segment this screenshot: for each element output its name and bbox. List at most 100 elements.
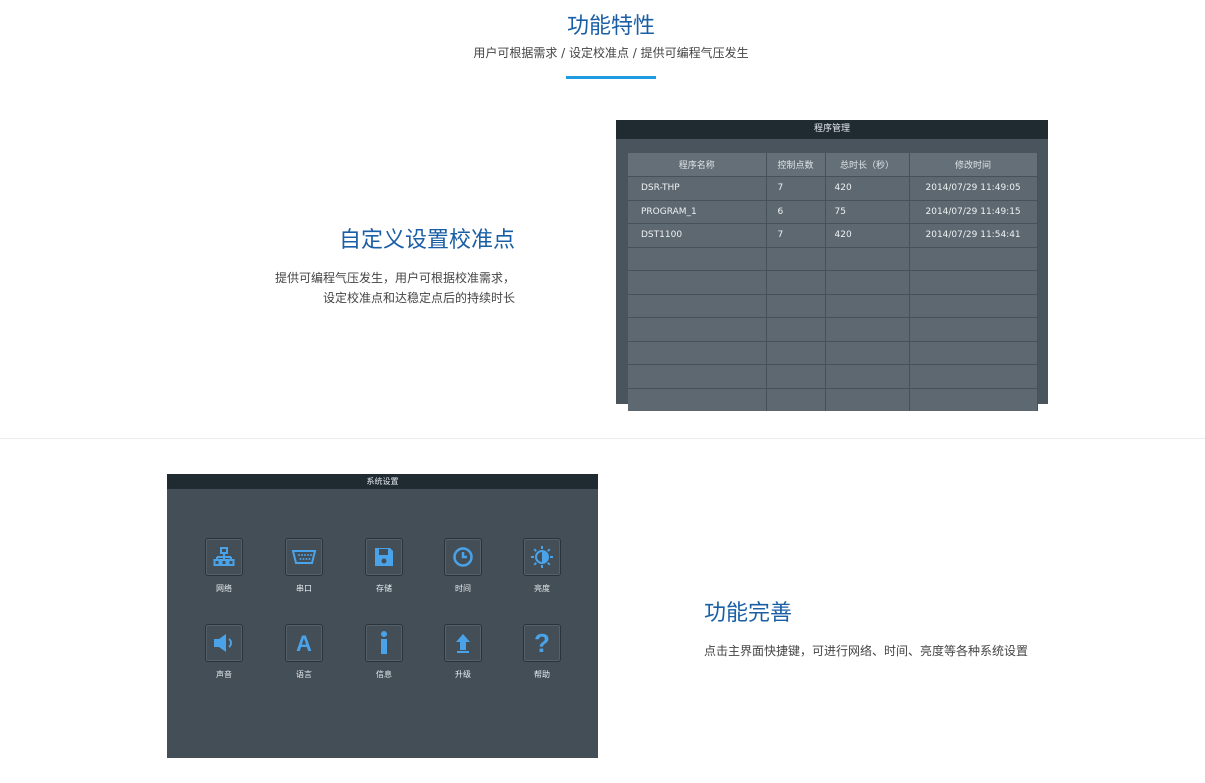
program-table: 程序名称 控制点数 总时长（秒） 修改时间 DSR-THP 7 420 2014/07… bbox=[628, 153, 1038, 411]
program-management-screenshot: 程序管理 程序名称 控制点数 总时长（秒） 修改时间 DSR-THP 7 420 20… bbox=[616, 120, 1048, 411]
table-row[interactable] bbox=[628, 293, 1038, 318]
storage-icon[interactable] bbox=[365, 538, 403, 576]
table-row[interactable] bbox=[628, 387, 1038, 411]
settings-item-label: 时间 bbox=[455, 584, 471, 593]
settings-item-label: 声音 bbox=[216, 670, 232, 679]
cell-modified-time bbox=[909, 293, 1038, 318]
cell-total-duration bbox=[825, 364, 910, 388]
cell-total-duration: 75 bbox=[825, 199, 910, 224]
info-icon[interactable] bbox=[365, 624, 403, 662]
settings-item-label: 存储 bbox=[376, 584, 392, 593]
settings-item-network[interactable]: 网络 bbox=[194, 538, 254, 594]
table-row[interactable]: DST1100 7 420 2014/07/29 11:54:41 bbox=[628, 223, 1038, 247]
network-icon[interactable] bbox=[205, 538, 243, 576]
clock-icon[interactable] bbox=[444, 538, 482, 576]
cell-control-points bbox=[766, 387, 826, 411]
cell-control-points bbox=[766, 246, 826, 271]
settings-item-label: 串口 bbox=[296, 584, 312, 593]
cell-total-duration: 420 bbox=[825, 176, 910, 200]
upgrade-icon[interactable] bbox=[444, 624, 482, 662]
settings-item-label: 升级 bbox=[455, 670, 471, 679]
cell-program-name: DSR-THP bbox=[628, 176, 767, 200]
cell-control-points bbox=[766, 317, 826, 341]
cell-program-name bbox=[628, 270, 767, 294]
cell-control-points bbox=[766, 364, 826, 388]
table-row[interactable] bbox=[628, 340, 1038, 365]
cell-program-name bbox=[628, 246, 767, 271]
screen-title-bar: 程序管理 bbox=[616, 120, 1048, 139]
section-subtitle: 用户可根据需求 / 设定校准点 / 提供可编程气压发生 bbox=[473, 46, 749, 60]
cell-total-duration bbox=[825, 246, 910, 271]
settings-item-brightness[interactable]: 亮度 bbox=[512, 538, 572, 594]
table-row[interactable]: PROGRAM_1 6 75 2014/07/29 11:49:15 bbox=[628, 199, 1038, 224]
cell-total-duration bbox=[825, 340, 910, 365]
cell-modified-time bbox=[909, 270, 1038, 294]
settings-item-help[interactable]: ? 帮助 bbox=[512, 624, 572, 680]
description-line: 设定校准点和达稳定点后的持续时长 bbox=[322, 291, 515, 305]
system-settings-screenshot: 系统设置 网络 串口 存储 时间 亮度 声音 A 语言 信息 升级? 帮助 bbox=[167, 474, 598, 758]
cell-program-name: PROGRAM_1 bbox=[628, 199, 767, 224]
table-row[interactable] bbox=[628, 364, 1038, 388]
settings-item-info[interactable]: 信息 bbox=[354, 624, 414, 680]
cell-modified-time bbox=[909, 387, 1038, 411]
settings-item-speaker[interactable]: 声音 bbox=[194, 624, 254, 680]
section-title: 功能特性 bbox=[566, 14, 655, 39]
table-row[interactable] bbox=[628, 317, 1038, 341]
cell-program-name bbox=[628, 293, 767, 318]
settings-item-label: 亮度 bbox=[534, 584, 550, 593]
settings-item-language[interactable]: A 语言 bbox=[274, 624, 334, 680]
cell-modified-time: 2014/07/29 11:49:05 bbox=[909, 176, 1038, 200]
settings-item-label: 信息 bbox=[376, 670, 392, 679]
svg-text:A: A bbox=[296, 631, 312, 655]
cell-modified-time bbox=[909, 246, 1038, 271]
feature-description-custom-calibration: 提供可编程气压发生，用户可根据校准需求， 设定校准点和达稳定点后的持续时长 bbox=[275, 268, 515, 308]
svg-text:?: ? bbox=[534, 630, 550, 656]
cell-total-duration bbox=[825, 270, 910, 294]
section-divider bbox=[0, 438, 1205, 439]
cell-total-duration: 420 bbox=[825, 223, 910, 247]
settings-item-label: 帮助 bbox=[534, 670, 550, 679]
cell-program-name bbox=[628, 364, 767, 388]
cell-modified-time bbox=[909, 364, 1038, 388]
feature-title-custom-calibration: 自定义设置校准点 bbox=[338, 228, 515, 253]
cell-control-points: 7 bbox=[766, 223, 826, 247]
cell-control-points: 6 bbox=[766, 199, 826, 224]
cell-control-points bbox=[766, 340, 826, 365]
table-row[interactable]: DSR-THP 7 420 2014/07/29 11:49:05 bbox=[628, 176, 1038, 200]
cell-modified-time: 2014/07/29 11:49:15 bbox=[909, 199, 1038, 224]
cell-control-points: 7 bbox=[766, 176, 826, 200]
cell-modified-time: 2014/07/29 11:54:41 bbox=[909, 223, 1038, 247]
brightness-icon[interactable] bbox=[523, 538, 561, 576]
serial-port-icon[interactable] bbox=[285, 538, 323, 576]
cell-total-duration bbox=[825, 387, 910, 411]
cell-program-name bbox=[628, 317, 767, 341]
cell-total-duration bbox=[825, 317, 910, 341]
feature-description-complete-functions: 点击主界面快捷键，可进行网络、时间、亮度等各种系统设置 bbox=[704, 644, 1029, 658]
settings-item-label: 网络 bbox=[216, 584, 232, 593]
help-icon[interactable]: ? bbox=[523, 624, 561, 662]
settings-item-storage[interactable]: 存储 bbox=[354, 538, 414, 594]
column-header-points: 控制点数 bbox=[766, 153, 826, 177]
settings-item-serial-port[interactable]: 串口 bbox=[274, 538, 334, 594]
cell-program-name: DST1100 bbox=[628, 223, 767, 247]
cell-modified-time bbox=[909, 340, 1038, 365]
column-header-name: 程序名称 bbox=[628, 153, 767, 177]
cell-program-name bbox=[628, 387, 767, 411]
cell-total-duration bbox=[825, 293, 910, 318]
settings-item-upgrade[interactable]: 升级 bbox=[433, 624, 493, 680]
column-header-modified: 修改时间 bbox=[909, 153, 1038, 177]
settings-item-label: 语言 bbox=[296, 670, 312, 679]
cell-control-points bbox=[766, 270, 826, 294]
title-underline bbox=[566, 76, 656, 79]
feature-title-complete-functions: 功能完善 bbox=[704, 601, 793, 626]
table-row[interactable] bbox=[628, 270, 1038, 294]
screen-title-bar: 系统设置 bbox=[167, 474, 598, 489]
description-line: 提供可编程气压发生，用户可根据校准需求， bbox=[274, 271, 515, 285]
settings-item-clock[interactable]: 时间 bbox=[433, 538, 493, 594]
cell-program-name bbox=[628, 340, 767, 365]
cell-modified-time bbox=[909, 317, 1038, 341]
table-row[interactable] bbox=[628, 246, 1038, 271]
language-icon[interactable]: A bbox=[285, 624, 323, 662]
table-header-row: 程序名称 控制点数 总时长（秒） 修改时间 bbox=[628, 153, 1038, 177]
speaker-icon[interactable] bbox=[205, 624, 243, 662]
